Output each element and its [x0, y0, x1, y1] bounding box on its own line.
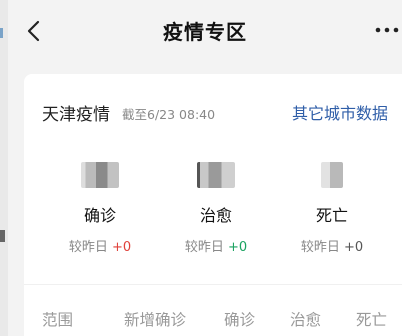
- card-header: 天津疫情 截至6/23 08:40 其它城市数据: [42, 100, 388, 125]
- page-title: 疫情专区: [163, 20, 247, 44]
- stat-label: 治愈: [199, 206, 232, 225]
- other-cities-link[interactable]: 其它城市数据: [292, 100, 388, 124]
- column-header-new-confirmed: 新增确诊: [124, 311, 187, 329]
- column-header-confirmed: 确诊: [224, 311, 256, 329]
- stat-value-blurred: [197, 162, 235, 188]
- top-nav-bar: 疫情专区: [8, 0, 402, 64]
- column-header-recovered: 治愈: [290, 311, 322, 329]
- edge-mark: [0, 28, 3, 38]
- stats-row: 确诊 较昨日 +0 治愈 较昨日 +0 死亡 较昨日 +0: [24, 162, 402, 255]
- column-header-deaths: 死亡: [356, 311, 388, 329]
- stat-deaths: 死亡 较昨日 +0: [272, 162, 392, 255]
- stat-recovered: 治愈 较昨日 +0: [156, 162, 276, 255]
- stat-change-prefix: 较昨日: [300, 240, 340, 255]
- stat-change: 较昨日 +0: [272, 236, 392, 255]
- stat-label: 死亡: [315, 206, 348, 225]
- column-header-scope: 范围: [42, 311, 74, 329]
- stat-value-blurred: [81, 162, 119, 188]
- edge-mark: [0, 230, 5, 242]
- more-horizontal-icon: [374, 25, 400, 44]
- stat-change-value: +0: [227, 240, 248, 255]
- region-title: 天津疫情: [42, 105, 110, 125]
- stat-change-value: +0: [343, 240, 364, 255]
- stat-label: 确诊: [83, 206, 116, 225]
- table-header: 范围 新增确诊 确诊 治愈 死亡: [24, 284, 402, 336]
- stat-confirmed: 确诊 较昨日 +0: [40, 162, 160, 255]
- stat-change-prefix: 较昨日: [184, 240, 224, 255]
- left-edge-strip: [0, 0, 8, 336]
- epidemic-card: 天津疫情 截至6/23 08:40 其它城市数据 确诊 较昨日 +0 治愈 较昨…: [24, 74, 402, 336]
- stat-change: 较昨日 +0: [40, 236, 160, 255]
- stat-change-prefix: 较昨日: [68, 240, 108, 255]
- stat-change: 较昨日 +0: [156, 236, 276, 255]
- updated-time: 截至6/23 08:40: [122, 107, 216, 122]
- more-button[interactable]: [374, 20, 400, 40]
- stat-change-value: +0: [111, 240, 132, 255]
- stat-value-blurred: [321, 162, 343, 188]
